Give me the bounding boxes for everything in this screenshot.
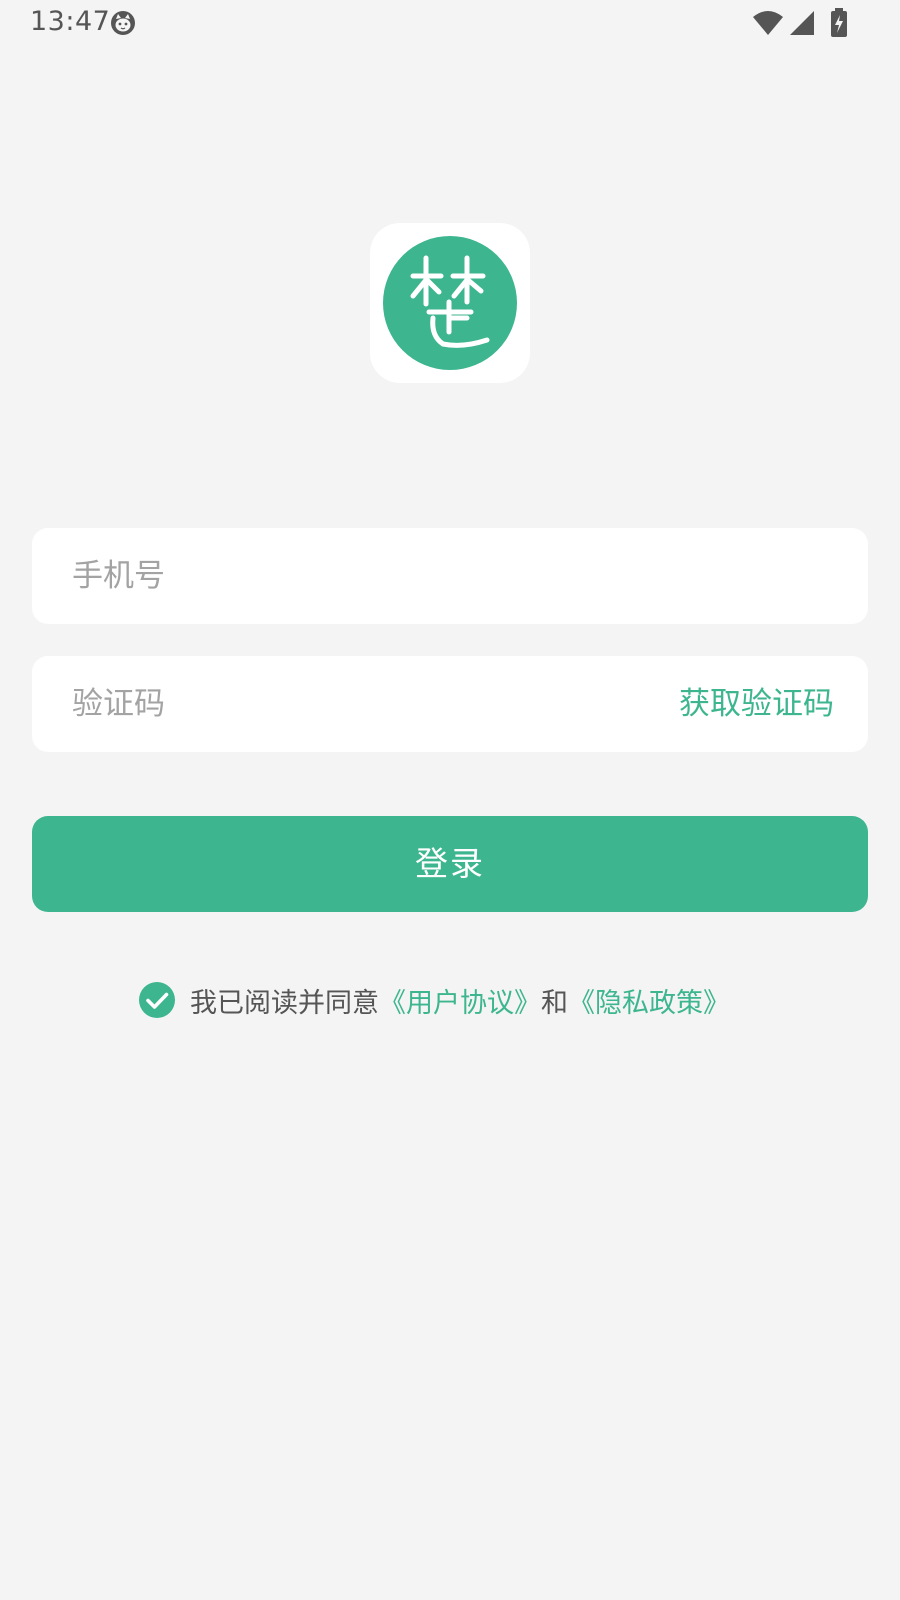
battery-charging-icon: [830, 8, 848, 38]
agreement-checkbox[interactable]: [138, 981, 176, 1019]
status-bar: 13:47: [0, 0, 900, 48]
phone-field: [32, 528, 868, 624]
check-circle-icon: [139, 982, 175, 1018]
cat-face-icon: [110, 10, 136, 36]
verification-code-field: 获取验证码: [32, 656, 868, 752]
wifi-icon: [752, 9, 784, 37]
app-logo: [370, 223, 530, 383]
agreement-prefix: 我已阅读并同意: [190, 987, 379, 1019]
agreement-conjunction: 和: [541, 987, 568, 1019]
get-code-button[interactable]: 获取验证码: [679, 656, 834, 752]
phone-input[interactable]: [72, 528, 832, 624]
privacy-policy-link[interactable]: 《隐私政策》: [568, 981, 730, 1020]
status-icons: [752, 8, 848, 38]
status-time: 13:47: [30, 6, 111, 37]
cellular-signal-icon: [788, 9, 816, 37]
verification-code-input[interactable]: [72, 656, 592, 752]
login-button[interactable]: 登录: [32, 816, 868, 912]
agreement-row: 我已阅读并同意 《用户协议》 和 《隐私政策》: [138, 980, 730, 1020]
app-logo-icon: [383, 236, 517, 370]
user-agreement-link[interactable]: 《用户协议》: [379, 981, 541, 1020]
